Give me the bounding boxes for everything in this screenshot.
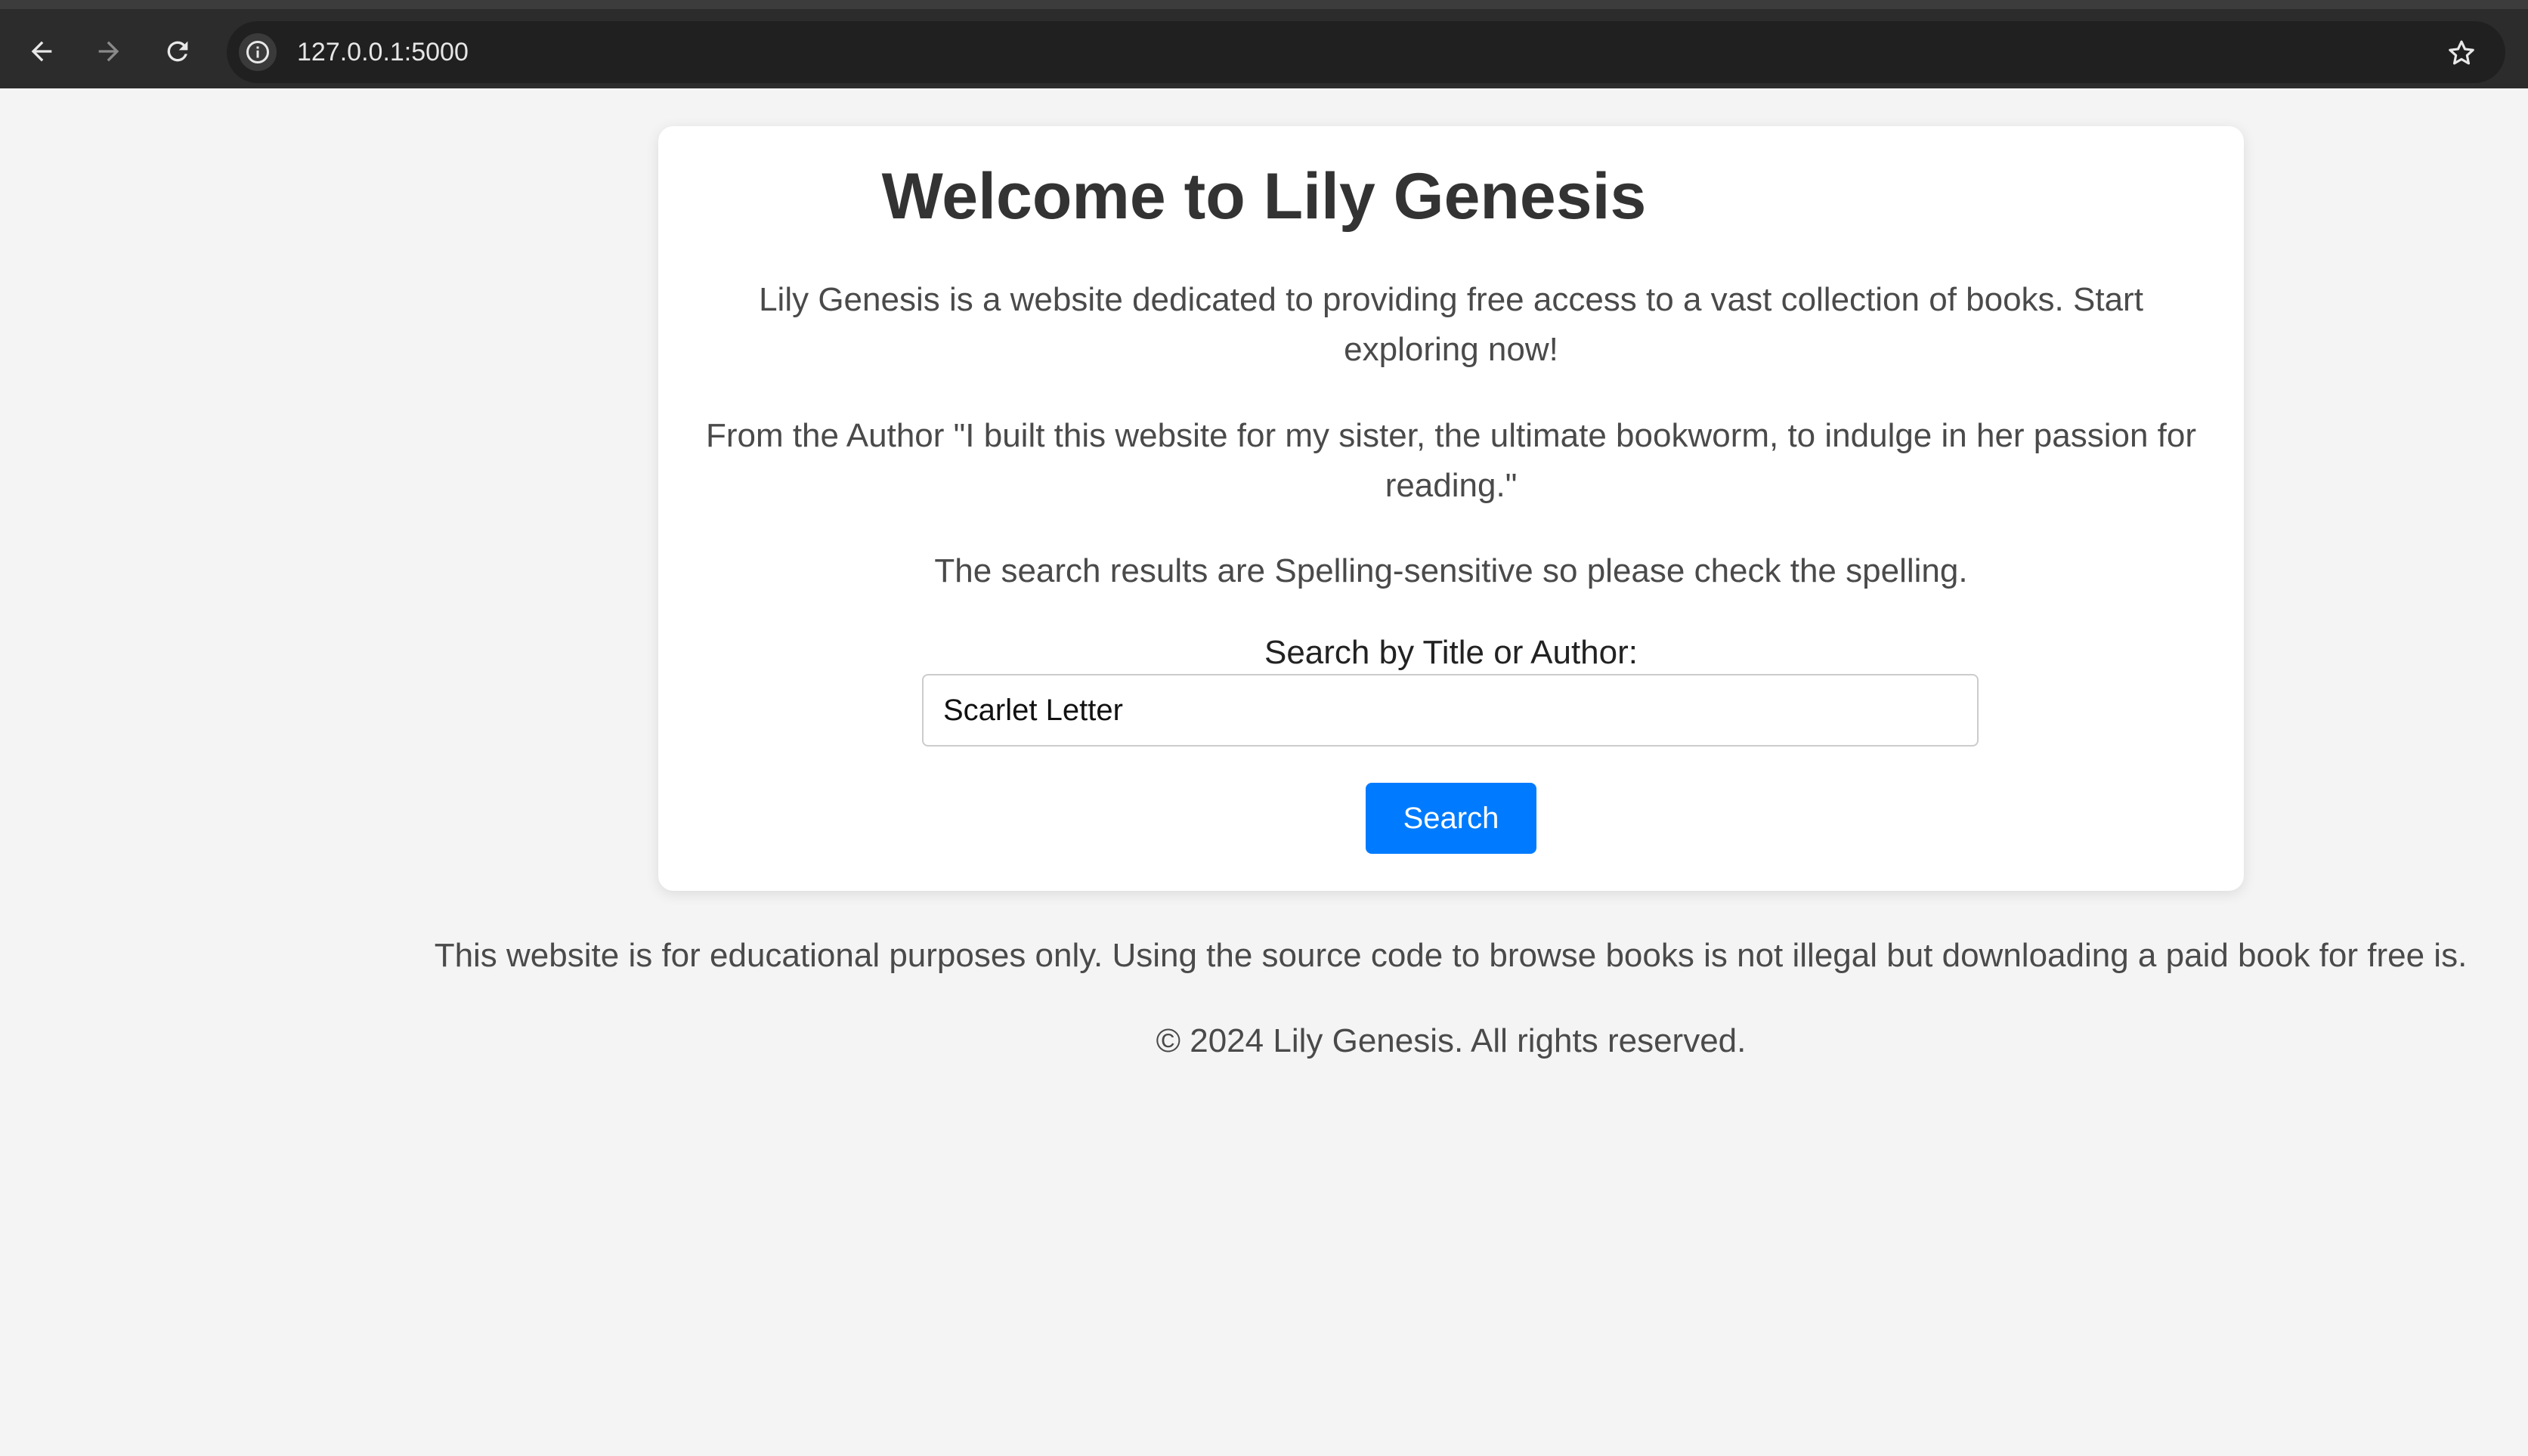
info-icon bbox=[246, 41, 269, 63]
star-icon bbox=[2449, 40, 2474, 65]
address-bar[interactable]: 127.0.0.1:5000 bbox=[227, 21, 2505, 83]
intro-text: Lily Genesis is a website dedicated to p… bbox=[759, 281, 2143, 368]
url-text[interactable]: 127.0.0.1:5000 bbox=[297, 36, 469, 68]
reload-icon bbox=[167, 41, 188, 62]
author-note: From the Author "I built this website fo… bbox=[705, 417, 2197, 504]
browser-toolbar-inner: 127.0.0.1:5000 bbox=[0, 9, 2528, 88]
search-button[interactable]: Search bbox=[1366, 783, 1536, 854]
reload-button[interactable] bbox=[156, 30, 199, 73]
arrow-left-icon bbox=[31, 41, 52, 62]
arrow-right-icon bbox=[98, 41, 119, 62]
spelling-note: The search results are Spelling-sensitiv… bbox=[934, 552, 1968, 589]
bookmark-button[interactable] bbox=[2440, 32, 2483, 74]
back-button[interactable] bbox=[20, 30, 63, 73]
search-label: Search by Title or Author: bbox=[1264, 634, 1638, 671]
disclaimer-text: This website is for educational purposes… bbox=[434, 937, 2468, 974]
browser-toolbar: 127.0.0.1:5000 bbox=[0, 0, 2528, 88]
copyright-text: © 2024 Lily Genesis. All rights reserved… bbox=[1156, 1022, 1747, 1059]
site-info-button[interactable] bbox=[239, 33, 277, 71]
page-title: Welcome to Lily Genesis bbox=[881, 160, 1647, 233]
forward-button[interactable] bbox=[88, 30, 130, 73]
search-input[interactable] bbox=[922, 674, 1979, 747]
